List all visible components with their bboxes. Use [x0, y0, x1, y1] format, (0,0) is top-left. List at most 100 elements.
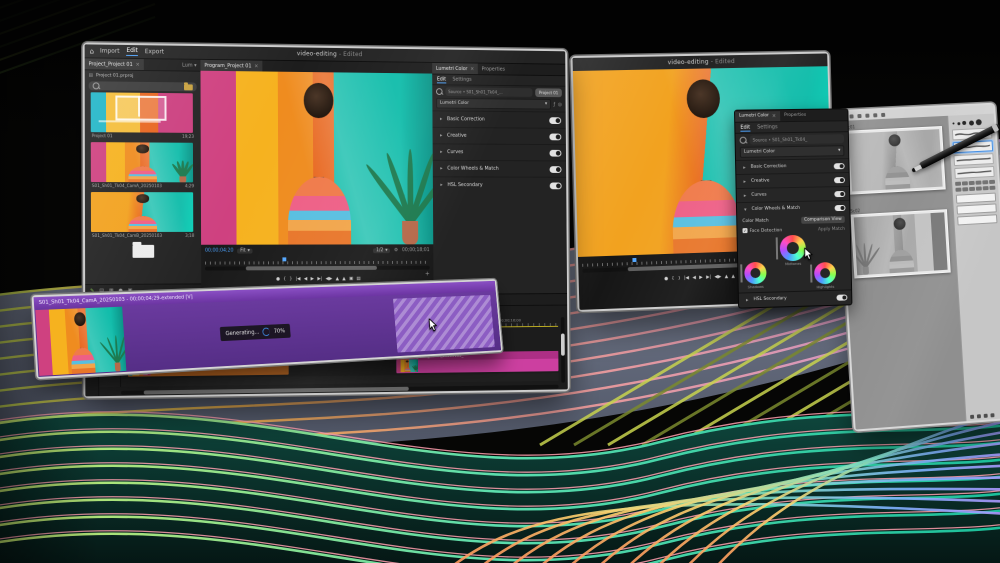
swatch[interactable]: [962, 181, 968, 185]
transport-icon-9[interactable]: ▲: [342, 278, 345, 283]
face-detection-checkbox[interactable]: ✓Face Detection: [742, 227, 782, 234]
bin-item-thumbnail[interactable]: [91, 192, 193, 232]
source-clip-label[interactable]: Source • S01_Sh01_Tk04_: [750, 134, 845, 144]
fx-icon[interactable]: ƒ: [554, 101, 556, 107]
section-toggle[interactable]: [834, 177, 845, 183]
section-creative[interactable]: ▸Creative: [433, 127, 566, 144]
playback-resolution-dropdown[interactable]: 1/2▾: [373, 248, 390, 253]
section-toggle[interactable]: [550, 182, 562, 189]
section-toggle[interactable]: [834, 163, 845, 169]
bin-footer-icon-0[interactable]: ✎: [90, 287, 94, 293]
wheel-slider[interactable]: [740, 264, 742, 282]
new-bin-folder-icon[interactable]: [133, 245, 155, 258]
brush-dot[interactable]: [976, 119, 982, 125]
footer-icon[interactable]: [990, 413, 994, 417]
transport-icon-0[interactable]: ●: [664, 278, 668, 283]
transport-icon-1[interactable]: {: [671, 278, 674, 283]
subtab-settings[interactable]: Settings: [757, 124, 778, 130]
subtab-settings[interactable]: Settings: [452, 77, 471, 83]
subtab-edit[interactable]: Edit: [437, 76, 446, 83]
transport-icon-0[interactable]: ●: [276, 278, 280, 283]
transport-icon-6[interactable]: ▶|: [317, 278, 322, 283]
playhead[interactable]: [632, 258, 636, 262]
bin-footer-icon-4[interactable]: ▣: [128, 287, 133, 293]
swatch[interactable]: [976, 186, 982, 190]
subtab-edit[interactable]: Edit: [740, 124, 750, 131]
folder-icon[interactable]: [184, 84, 193, 90]
transport-icon-5[interactable]: ▶: [311, 278, 314, 283]
bin-item-thumbnail[interactable]: [91, 142, 193, 182]
brush-dot[interactable]: [957, 122, 960, 125]
settings-icon[interactable]: ⚙: [394, 248, 398, 253]
tab-overflow[interactable]: Lum ▾: [178, 62, 200, 68]
swatch[interactable]: [962, 187, 968, 191]
section-hsl-secondary[interactable]: ▸HSL Secondary: [433, 176, 566, 193]
section-basic-correction[interactable]: ▸Basic Correction: [432, 110, 565, 128]
swatch[interactable]: [955, 182, 961, 186]
tab-properties[interactable]: Properties: [780, 113, 810, 118]
transport-icon-3[interactable]: |◀: [684, 277, 689, 282]
transport-icon-8[interactable]: ▲: [725, 276, 729, 281]
toolbar-icon[interactable]: [865, 113, 869, 117]
swatch[interactable]: [969, 186, 975, 190]
transport-icon-2[interactable]: }: [289, 278, 292, 283]
swatch[interactable]: [989, 180, 995, 184]
comparison-view-button[interactable]: Comparison View: [801, 216, 845, 224]
close-icon[interactable]: ×: [136, 61, 140, 67]
add-button[interactable]: +: [425, 271, 430, 278]
transport-icon-1[interactable]: {: [283, 278, 286, 283]
toolbar-icon[interactable]: [873, 113, 877, 117]
swatch[interactable]: [976, 181, 982, 185]
compare-icon[interactable]: ◎: [558, 101, 562, 107]
section-toggle[interactable]: [834, 190, 845, 196]
wheel-slider[interactable]: [776, 237, 778, 259]
bin-footer-icon-3[interactable]: ●: [118, 287, 122, 293]
layer-item[interactable]: [957, 214, 997, 225]
bin-footer-icon-1[interactable]: ▤: [99, 287, 104, 293]
tab-properties[interactable]: Properties: [478, 66, 509, 72]
section-toggle[interactable]: [549, 133, 561, 140]
transport-icon-6[interactable]: ▶|: [706, 276, 711, 281]
monitor-scrollbar[interactable]: [205, 266, 430, 271]
toolbar-icon[interactable]: [849, 114, 853, 118]
close-icon[interactable]: ×: [470, 66, 474, 72]
monitor-scrub-ruler[interactable]: [205, 257, 430, 265]
close-icon[interactable]: ×: [254, 63, 258, 69]
transport-icon-4[interactable]: ◀: [304, 278, 307, 283]
apply-match-button[interactable]: Apply Match: [818, 226, 845, 232]
source-clip-label[interactable]: Source • S01_Sh01_Tk04_...: [445, 87, 532, 97]
transport-icon-3[interactable]: |◀: [296, 278, 301, 283]
tab-lumetri-color[interactable]: Lumetri Color×: [735, 111, 780, 122]
timeline-vscrollbar[interactable]: [561, 317, 565, 383]
section-toggle[interactable]: [835, 204, 846, 210]
section-toggle[interactable]: [549, 149, 561, 156]
swatch[interactable]: [983, 186, 989, 190]
project-file-row[interactable]: ▤Project 01.prproj: [85, 70, 201, 81]
transport-icon-2[interactable]: }: [678, 277, 681, 282]
transport-icon-9[interactable]: ▲: [731, 276, 735, 281]
transport-icon-7[interactable]: ◀▶: [714, 276, 721, 281]
transport-icon-8[interactable]: ▲: [336, 278, 339, 283]
color-wheel-highlights[interactable]: [814, 262, 836, 285]
search-input[interactable]: [103, 86, 182, 87]
bin-item-thumbnail[interactable]: [91, 92, 193, 133]
brush-dot[interactable]: [962, 121, 966, 125]
toolbar-icon[interactable]: [857, 113, 861, 117]
color-wheel-midtones[interactable]: [780, 235, 806, 262]
preset-button[interactable]: Project 01: [535, 88, 562, 97]
brush-dot[interactable]: [968, 120, 973, 125]
transport-icon-11[interactable]: ▤: [356, 278, 360, 283]
swatch[interactable]: [955, 187, 961, 191]
section-toggle[interactable]: [549, 117, 561, 124]
section-curves[interactable]: ▸Curves: [433, 143, 566, 160]
layer-item[interactable]: [956, 203, 996, 214]
close-icon[interactable]: ×: [772, 113, 776, 119]
swatch[interactable]: [969, 181, 975, 185]
transport-icon-10[interactable]: ▣: [349, 278, 353, 283]
brush-stroke-preset[interactable]: [953, 153, 993, 166]
playhead[interactable]: [282, 257, 286, 261]
transport-icon-5[interactable]: ▶: [699, 277, 703, 282]
brush-dot[interactable]: [952, 122, 954, 124]
brush-stroke-preset[interactable]: [954, 166, 994, 179]
footer-icon[interactable]: [977, 414, 981, 418]
